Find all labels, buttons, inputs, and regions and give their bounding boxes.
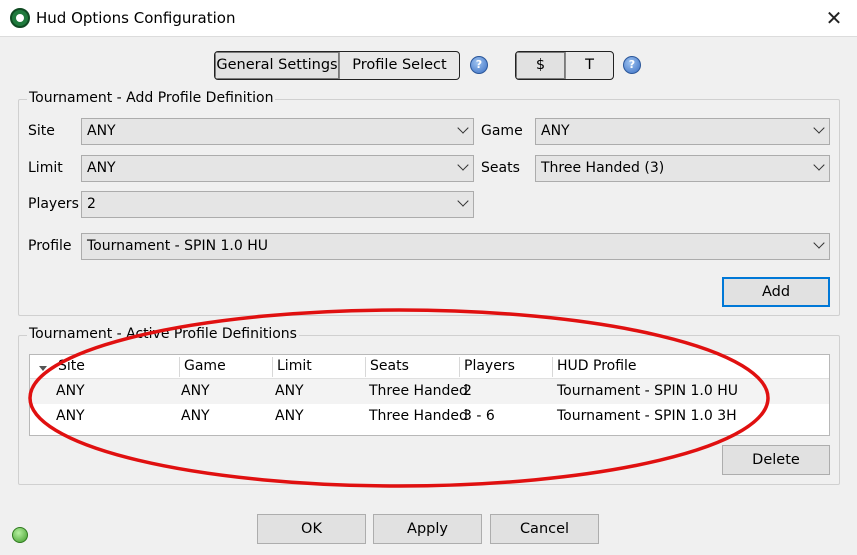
apply-button[interactable]: Apply xyxy=(373,514,482,544)
help-icon-game-type[interactable]: ? xyxy=(623,56,641,74)
close-button[interactable]: ✕ xyxy=(811,0,857,36)
seats-select-value: Three Handed (3) xyxy=(541,160,665,176)
title-bar: Hud Options Configuration ✕ xyxy=(0,0,857,37)
tab-profile-select[interactable]: Profile Select xyxy=(339,52,459,79)
chevron-down-icon xyxy=(813,122,825,134)
column-header-game[interactable]: Game xyxy=(184,358,226,374)
cell-game: ANY xyxy=(181,408,210,424)
table-row[interactable]: ANY ANY ANY Three Handed 3 - 6 Tournamen… xyxy=(30,404,829,429)
cell-limit: ANY xyxy=(275,383,304,399)
column-header-players[interactable]: Players xyxy=(464,358,515,374)
column-header-limit[interactable]: Limit xyxy=(277,358,312,374)
tab-cash-game[interactable]: $ xyxy=(516,52,565,79)
column-divider[interactable] xyxy=(552,357,553,377)
add-profile-group-label: Tournament - Add Profile Definition xyxy=(27,90,276,106)
add-button[interactable]: Add xyxy=(722,277,830,307)
cell-site: ANY xyxy=(56,383,85,399)
tab-general-settings[interactable]: General Settings xyxy=(215,52,339,79)
site-select-value: ANY xyxy=(87,123,116,139)
window-title: Hud Options Configuration xyxy=(36,9,236,27)
profile-label: Profile xyxy=(28,238,72,254)
cell-seats: Three Handed xyxy=(369,383,468,399)
column-header-hud-profile[interactable]: HUD Profile xyxy=(557,358,637,374)
game-select[interactable]: ANY xyxy=(535,118,830,145)
chevron-down-icon xyxy=(813,159,825,171)
site-label: Site xyxy=(28,123,55,139)
cell-players: 2 xyxy=(463,383,472,399)
column-divider[interactable] xyxy=(459,357,460,377)
players-select-value: 2 xyxy=(87,196,96,212)
column-divider[interactable] xyxy=(179,357,180,377)
chevron-down-icon xyxy=(813,237,825,249)
app-logo-icon xyxy=(10,8,30,28)
chevron-down-icon xyxy=(457,122,469,134)
help-icon[interactable]: ? xyxy=(470,56,488,74)
seats-label: Seats xyxy=(481,160,520,176)
players-label: Players xyxy=(28,196,79,212)
status-ok-icon xyxy=(12,527,28,543)
limit-select[interactable]: ANY xyxy=(81,155,474,182)
active-profiles-table: Site Game Limit Seats Players HUD Profil… xyxy=(29,354,830,436)
chevron-down-icon xyxy=(457,159,469,171)
sort-down-icon[interactable] xyxy=(39,366,47,371)
game-select-value: ANY xyxy=(541,123,570,139)
profile-select[interactable]: Tournament - SPIN 1.0 HU xyxy=(81,233,830,260)
limit-select-value: ANY xyxy=(87,160,116,176)
active-profiles-group-label: Tournament - Active Profile Definitions xyxy=(27,326,299,342)
cell-hud-profile: Tournament - SPIN 1.0 3H xyxy=(557,408,737,424)
tab-tournament[interactable]: T xyxy=(565,52,613,79)
site-select[interactable]: ANY xyxy=(81,118,474,145)
game-label: Game xyxy=(481,123,523,139)
column-header-site[interactable]: Site xyxy=(58,358,85,374)
column-divider[interactable] xyxy=(365,357,366,377)
seats-select[interactable]: Three Handed (3) xyxy=(535,155,830,182)
ok-button[interactable]: OK xyxy=(257,514,366,544)
column-divider[interactable] xyxy=(272,357,273,377)
limit-label: Limit xyxy=(28,160,63,176)
game-type-tab-group: $ T xyxy=(515,51,614,80)
players-select[interactable]: 2 xyxy=(81,191,474,218)
column-header-seats[interactable]: Seats xyxy=(370,358,409,374)
table-row[interactable]: ANY ANY ANY Three Handed 2 Tournament - … xyxy=(30,379,829,404)
settings-tab-group: General Settings Profile Select xyxy=(214,51,460,80)
cancel-button[interactable]: Cancel xyxy=(490,514,599,544)
cell-game: ANY xyxy=(181,383,210,399)
cell-site: ANY xyxy=(56,408,85,424)
cell-seats: Three Handed xyxy=(369,408,468,424)
profile-select-value: Tournament - SPIN 1.0 HU xyxy=(87,238,269,254)
chevron-down-icon xyxy=(457,195,469,207)
delete-button[interactable]: Delete xyxy=(722,445,830,475)
cell-players: 3 - 6 xyxy=(463,408,495,424)
cell-limit: ANY xyxy=(275,408,304,424)
cell-hud-profile: Tournament - SPIN 1.0 HU xyxy=(557,383,739,399)
table-header: Site Game Limit Seats Players HUD Profil… xyxy=(30,355,829,379)
